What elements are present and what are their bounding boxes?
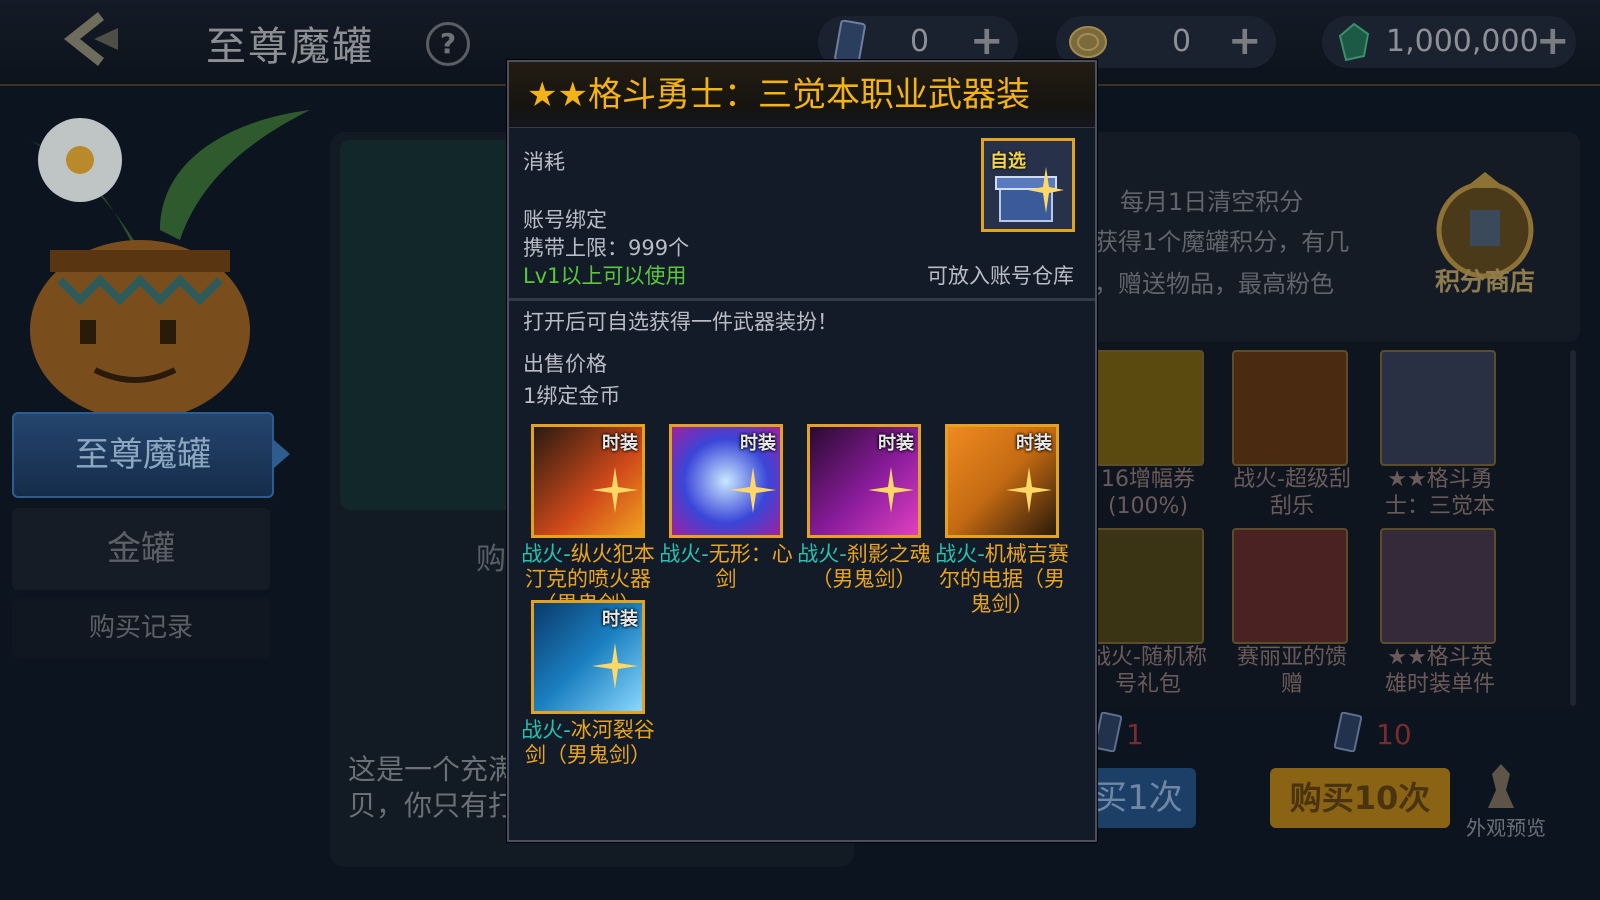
grid-item[interactable]: 16增幅券(100%)	[1088, 350, 1208, 520]
reward-name: 战火-刹影之魂（男鬼剑）	[797, 542, 931, 591]
grid-item-icon	[1232, 350, 1348, 466]
appearance-preview-label[interactable]: 外观预览	[1466, 812, 1546, 841]
item-detail-popup: ★★格斗勇士：三觉本职业武器装 消耗 账号绑定 携带上限：999个 Lv1以上可…	[507, 60, 1097, 842]
gold-coin-icon	[1069, 26, 1107, 58]
grid-item-label: ★★格斗英雄时装单件	[1384, 645, 1495, 697]
sale-price-value: 1绑定金币	[523, 384, 621, 408]
grid-item-label: 战火-超级刮刮乐	[1233, 467, 1351, 519]
buy-once-button[interactable]: 买1次	[1080, 768, 1196, 828]
notice-line-1: 每月1日清空积分	[1120, 188, 1304, 216]
grid-item-icon	[1088, 528, 1204, 644]
grid-item[interactable]: ★★格斗勇士：三觉本	[1380, 350, 1500, 520]
ticket-icon	[1094, 712, 1122, 752]
grid-item-icon	[1380, 350, 1496, 466]
reward-item-flamethrower[interactable]: 时装 战火-纵火犯本汀克的喷火器（男鬼剑）	[519, 424, 657, 617]
grid-item-label: 赛丽亚的馈赠	[1236, 645, 1347, 697]
popup-divider	[509, 298, 1095, 301]
costume-tag: 时装	[740, 433, 776, 454]
magic-jar-plant-image	[30, 110, 310, 420]
gift-box-icon	[995, 167, 1064, 222]
sidebar-item-purchase-history[interactable]: 购买记录	[12, 598, 270, 658]
grid-item[interactable]: 战火-超级刮刮乐	[1232, 350, 1352, 520]
reward-item-mech-chainsaw[interactable]: 时装 战火-机械吉赛尔的电据（男鬼剑）	[933, 424, 1071, 617]
gem-currency: 1,000,000 +	[1322, 16, 1576, 68]
add-coin-button[interactable]: +	[1228, 18, 1262, 64]
reward-name: 战火-机械吉赛尔的电据（男鬼剑）	[935, 542, 1069, 616]
reward-name: 战火-无形：心剑	[659, 542, 793, 591]
selectable-box-icon: 自选	[981, 138, 1075, 232]
back-arrow-icon[interactable]	[58, 8, 138, 70]
notice-line-2: 获得1个魔罐积分，有几	[1094, 228, 1350, 256]
grid-item[interactable]: 赛丽亚的馈赠	[1232, 528, 1352, 698]
points-shop-label[interactable]: 积分商店	[1430, 262, 1540, 298]
consume-label: 消耗	[523, 150, 565, 174]
reward-name: 战火-冰河裂谷剑（男鬼剑）	[521, 718, 655, 767]
ticket-count: 0	[910, 24, 930, 59]
costume-tag: 时装	[602, 609, 638, 630]
add-gem-button[interactable]: +	[1536, 18, 1570, 64]
buy-ten-button[interactable]: 购买10次	[1270, 768, 1450, 828]
sidebar-item-gold-jar[interactable]: 金罐	[12, 508, 270, 590]
costume-tag: 时装	[878, 433, 914, 454]
grid-item-icon	[1088, 350, 1204, 466]
ten-cost: 10	[1376, 718, 1412, 751]
grid-item-label: 16增幅券(100%)	[1101, 467, 1195, 519]
add-ticket-button[interactable]: +	[970, 18, 1004, 64]
help-button[interactable]: ?	[426, 22, 470, 66]
grid-item[interactable]: 战火-随机称号礼包	[1088, 528, 1208, 698]
sparkle-icon	[868, 467, 914, 513]
reward-icon: 时装	[945, 424, 1059, 538]
carry-limit-label: 携带上限：999个	[523, 236, 690, 260]
reward-item-glacier-sword[interactable]: 时装 战火-冰河裂谷剑（男鬼剑）	[519, 600, 657, 768]
level-requirement: Lv1以上可以使用	[523, 264, 687, 288]
sparkle-icon	[592, 643, 638, 689]
appearance-preview-icon[interactable]	[1476, 760, 1526, 812]
reward-icon: 时装	[669, 424, 783, 538]
costume-tag: 时装	[1016, 433, 1052, 454]
coin-count: 0	[1172, 24, 1192, 59]
reward-icon: 时装	[807, 424, 921, 538]
sale-price-label: 出售价格	[523, 352, 607, 376]
reward-icon: 时装	[531, 600, 645, 714]
reward-item-formless-heart-sword[interactable]: 时装 战火-无形：心剑	[657, 424, 795, 592]
ticket-icon	[1334, 712, 1362, 752]
center-buy-text: 购	[476, 542, 506, 577]
reward-item-shadow-soul[interactable]: 时装 战火-刹影之魂（男鬼剑）	[795, 424, 933, 592]
ticket-icon	[834, 20, 866, 64]
sparkle-icon	[1006, 467, 1052, 513]
grid-item[interactable]: ★★格斗英雄时装单件	[1380, 528, 1500, 698]
sidebar-item-supreme-jar[interactable]: 至尊魔罐	[12, 412, 290, 498]
single-cost: 1	[1126, 718, 1144, 751]
grid-item-label: 战火-随机称号礼包	[1089, 645, 1207, 697]
costume-tag: 时装	[602, 433, 638, 454]
item-description: 打开后可自选获得一件武器装扮！	[523, 310, 838, 334]
grid-item-icon	[1232, 528, 1348, 644]
green-gem-icon	[1338, 22, 1370, 62]
reward-icon: 时装	[531, 424, 645, 538]
grid-item-label: ★★格斗勇士：三觉本	[1384, 467, 1495, 519]
popup-title: ★★格斗勇士：三觉本职业武器装	[509, 62, 1095, 128]
grid-item-icon	[1380, 528, 1496, 644]
notice-line-3: ，赠送物品，最高粉色	[1094, 270, 1334, 298]
account-bound-label: 账号绑定	[523, 208, 607, 232]
gem-count: 1,000,000	[1386, 24, 1539, 59]
grid-scrollbar[interactable]	[1570, 350, 1576, 706]
page-title: 至尊魔罐	[206, 24, 374, 70]
warehouse-label: 可放入账号仓库	[927, 264, 1074, 288]
sparkle-icon	[592, 467, 638, 513]
sparkle-icon	[730, 467, 776, 513]
